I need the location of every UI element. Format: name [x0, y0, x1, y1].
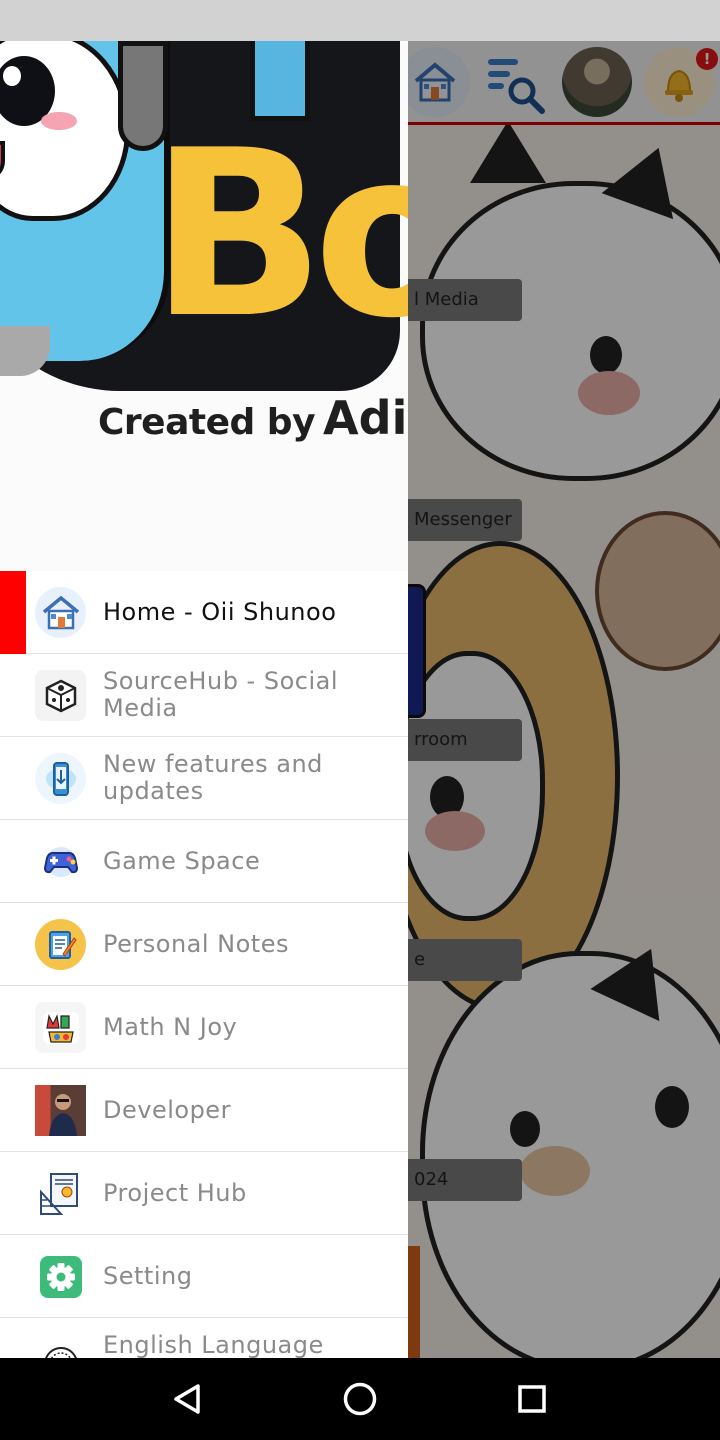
- robot-eye-highlight: [3, 66, 21, 86]
- system-navigation-bar: [0, 1358, 720, 1440]
- blueprint-icon: [35, 1168, 86, 1219]
- robot-cheek: [41, 112, 77, 130]
- creator-name: Adi: [323, 391, 408, 445]
- gear-icon: [35, 1251, 86, 1302]
- phone-download-icon: [35, 753, 86, 804]
- menu-item-new-features[interactable]: New features and updates: [0, 737, 408, 820]
- menu-item-label: Personal Notes: [103, 929, 289, 958]
- menu-item-label: SourceHub - Social Media: [103, 667, 338, 722]
- menu-item-label: Developer: [103, 1095, 231, 1124]
- seal-icon: [35, 1334, 86, 1358]
- menu-item-personal-notes[interactable]: Personal Notes: [0, 903, 408, 986]
- back-icon[interactable]: [164, 1376, 210, 1422]
- recents-icon[interactable]: [509, 1376, 555, 1422]
- gamepad-icon: [35, 836, 86, 887]
- menu-item-label: Math N Joy: [103, 1012, 238, 1041]
- drawer-menu: Home - Oii Shunoo SourceHub - Social Med…: [0, 571, 408, 1358]
- menu-item-math-n-joy[interactable]: Math N Joy: [0, 986, 408, 1069]
- sourcehub-cube-icon: [35, 670, 86, 721]
- math-n-joy-icon: [35, 1002, 86, 1053]
- navigation-drawer: Bo Created by Adi Home - Oii Shunoo Sourc…: [0, 41, 408, 1358]
- robot-mouth: [0, 141, 5, 181]
- menu-item-label: Game Space: [103, 846, 261, 875]
- menu-item-home[interactable]: Home - Oii Shunoo: [0, 571, 408, 654]
- menu-item-label: Project Hub: [103, 1178, 247, 1207]
- menu-item-english-language[interactable]: English Language Club: [0, 1318, 408, 1358]
- menu-item-developer[interactable]: Developer: [0, 1069, 408, 1152]
- robot-headphone: [118, 41, 168, 151]
- status-bar: [0, 0, 720, 41]
- home-circle-icon[interactable]: [337, 1376, 383, 1422]
- drawer-header: Bo Created by Adi: [0, 41, 408, 571]
- notepad-icon: [35, 919, 86, 970]
- menu-item-project-hub[interactable]: Project Hub: [0, 1152, 408, 1235]
- home-icon: [35, 587, 86, 638]
- menu-item-sourcehub[interactable]: SourceHub - Social Media: [0, 654, 408, 737]
- menu-item-label: New features and updates: [103, 750, 323, 805]
- app-logo-text: Bo: [150, 102, 408, 369]
- menu-item-label: Setting: [103, 1261, 193, 1290]
- created-by-credit: Created by Adi: [98, 391, 407, 445]
- menu-item-label: English Language Club: [103, 1331, 324, 1359]
- developer-photo-icon: [35, 1085, 86, 1136]
- menu-item-setting[interactable]: Setting: [0, 1235, 408, 1318]
- menu-item-game-space[interactable]: Game Space: [0, 820, 408, 903]
- created-by-label: Created by: [98, 402, 316, 443]
- menu-item-label: Home - Oii Shunoo: [103, 597, 337, 626]
